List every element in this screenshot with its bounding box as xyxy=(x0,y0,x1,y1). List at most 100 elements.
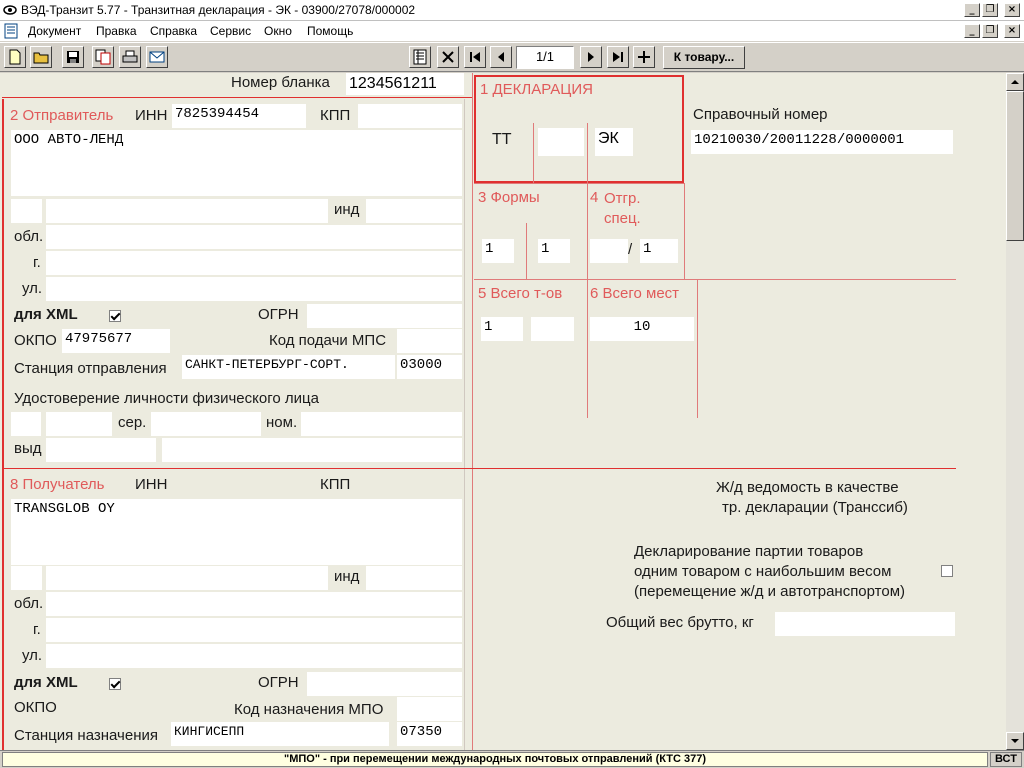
receiver-ogrn-label: ОГРН xyxy=(258,674,299,691)
receiver-obl-field[interactable] xyxy=(46,592,462,616)
sender-station-field[interactable]: САНКТ-ПЕТЕРБУРГ-СОРТ. xyxy=(182,355,395,379)
next-button[interactable] xyxy=(580,46,602,68)
menu-edit[interactable]: Правка xyxy=(96,24,137,38)
doc-minimize-button[interactable]: _ xyxy=(964,24,980,38)
scroll-up-button[interactable] xyxy=(1006,73,1024,91)
app-eye-icon xyxy=(3,5,17,15)
sender-name-field[interactable]: ООО АВТО-ЛЕНД xyxy=(11,130,462,196)
sender-xml-label: для XML xyxy=(14,306,78,323)
forms-field-1[interactable]: 1 xyxy=(482,239,514,263)
receiver-city-field[interactable] xyxy=(46,618,462,642)
page-indicator[interactable]: 1/1 xyxy=(516,46,574,69)
receiver-station-label: Станция назначения xyxy=(14,727,158,744)
receiver-name-field[interactable]: TRANSGLOB OY xyxy=(11,499,462,565)
last-button[interactable] xyxy=(607,46,629,68)
menu-document[interactable]: Документ xyxy=(28,24,81,38)
declaration-tt[interactable]: ТТ xyxy=(492,131,512,149)
sender-station-code-field[interactable]: 03000 xyxy=(397,355,462,379)
receiver-index-field[interactable] xyxy=(366,566,462,590)
ref-number-label: Справочный номер xyxy=(693,106,828,123)
list-button[interactable] xyxy=(409,46,431,68)
delete-button[interactable] xyxy=(437,46,459,68)
receiver-ind-label: инд xyxy=(334,568,360,585)
add-button[interactable] xyxy=(633,46,655,68)
close-button[interactable]: × xyxy=(1004,3,1020,17)
receiver-country-field[interactable] xyxy=(11,566,42,590)
menu-reference[interactable]: Справка xyxy=(150,24,197,38)
receiver-region-field[interactable] xyxy=(46,566,328,590)
sender-id-code-field[interactable] xyxy=(46,412,112,436)
scroll-thumb[interactable] xyxy=(1006,91,1024,241)
spec-field-2[interactable]: 1 xyxy=(640,239,678,263)
receiver-street-field[interactable] xyxy=(46,644,462,668)
to-goods-button[interactable]: К товару... xyxy=(663,46,745,69)
decl-divider-1 xyxy=(533,123,534,183)
sender-kpp-field[interactable] xyxy=(358,104,462,128)
places-total-field[interactable]: 10 xyxy=(590,317,694,341)
receiver-xml-checkbox[interactable] xyxy=(109,678,121,690)
forms-field-2[interactable]: 1 xyxy=(538,239,570,263)
gross-weight-field[interactable] xyxy=(775,612,955,636)
sender-title: 2 Отправитель xyxy=(10,107,114,124)
sender-index-field[interactable] xyxy=(366,199,462,223)
receiver-station-code-field[interactable]: 07350 xyxy=(397,722,462,746)
sender-id-type-field[interactable] xyxy=(11,412,41,436)
sender-mps-field[interactable] xyxy=(397,329,462,353)
minimize-button[interactable]: _ xyxy=(964,3,980,17)
sender-region-field[interactable] xyxy=(46,199,328,223)
receiver-station-field[interactable]: КИНГИСЕПП xyxy=(171,722,389,746)
vertical-scrollbar[interactable] xyxy=(1006,73,1024,750)
prev-button[interactable] xyxy=(490,46,512,68)
copy-button[interactable] xyxy=(92,46,114,68)
receiver-ogrn-field[interactable] xyxy=(307,672,462,696)
declaration-middle-field[interactable] xyxy=(538,128,584,156)
forms-top-line xyxy=(474,183,684,184)
sender-xml-checkbox[interactable] xyxy=(109,310,121,322)
totals-top-line xyxy=(474,279,956,280)
ref-number-field[interactable]: 10210030/20011228/0000001 xyxy=(691,130,953,154)
menu-help[interactable]: Помощь xyxy=(307,24,353,38)
menu-service[interactable]: Сервис xyxy=(210,24,251,38)
new-button[interactable] xyxy=(4,46,26,68)
open-button[interactable] xyxy=(30,46,52,68)
mail-button[interactable] xyxy=(146,46,168,68)
sender-inn-field[interactable]: 7825394454 xyxy=(172,104,306,128)
sender-vyd-date-field[interactable] xyxy=(46,438,156,462)
status-bar: "МПО" - при перемещении международных по… xyxy=(0,750,1024,768)
left-column-edge xyxy=(464,99,465,750)
window-title: ВЭД-Транзит 5.77 - Транзитная декларация… xyxy=(21,3,416,17)
spec-field-1[interactable] xyxy=(590,239,628,263)
scroll-down-button[interactable] xyxy=(1006,732,1024,750)
decl-goods-label-1: Декларирование партии товаров xyxy=(634,543,864,560)
x-icon xyxy=(442,51,454,63)
status-mode: ВСТ xyxy=(990,752,1022,767)
doc-close-button[interactable]: × xyxy=(1004,24,1020,38)
goods-total-field[interactable]: 1 xyxy=(481,317,523,341)
sender-vyd-field[interactable] xyxy=(162,438,462,462)
sender-country-field[interactable] xyxy=(11,199,42,223)
decl-goods-checkbox[interactable] xyxy=(941,565,953,577)
menu-window[interactable]: Окно xyxy=(264,24,292,38)
print-button[interactable] xyxy=(119,46,141,68)
sender-nom-field[interactable] xyxy=(301,412,462,436)
spec-title: Отгр. спец. xyxy=(604,190,641,227)
sender-okpo-field[interactable]: 47975677 xyxy=(62,329,170,353)
sender-ser-field[interactable] xyxy=(151,412,261,436)
sender-city-field[interactable] xyxy=(46,251,462,275)
save-button[interactable] xyxy=(62,46,84,68)
receiver-mpo-field[interactable] xyxy=(397,697,462,721)
first-button[interactable] xyxy=(464,46,486,68)
restore-button[interactable]: ❐ xyxy=(982,3,998,17)
sender-obl-field[interactable] xyxy=(46,225,462,249)
plus-icon xyxy=(638,51,650,63)
blank-number-field[interactable]: 1234561211 xyxy=(346,73,464,95)
declaration-ek-field[interactable]: ЭК xyxy=(595,128,633,156)
sender-station-label: Станция отправления xyxy=(14,360,167,377)
receiver-inn-label: ИНН xyxy=(135,476,168,493)
title-bar: ВЭД-Транзит 5.77 - Транзитная декларация… xyxy=(0,0,1024,21)
sender-street-field[interactable] xyxy=(46,277,462,301)
doc-restore-button[interactable]: ❐ xyxy=(982,24,998,38)
goods-total-extra-field[interactable] xyxy=(531,317,574,341)
middle-divider xyxy=(472,73,473,750)
sender-ogrn-field[interactable] xyxy=(307,304,462,328)
